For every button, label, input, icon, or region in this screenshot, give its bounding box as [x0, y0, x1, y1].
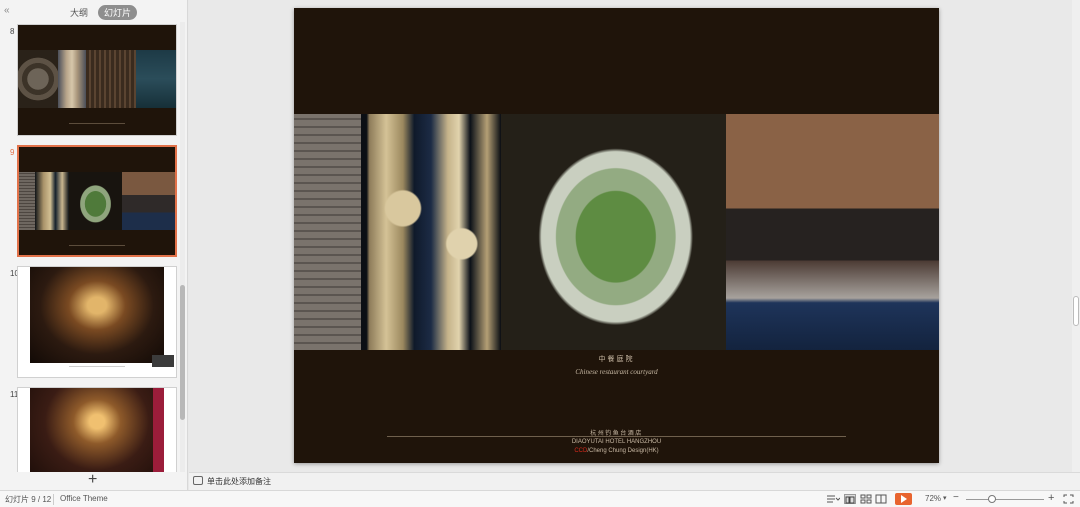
editor-scrollbar-thumb[interactable] [1073, 296, 1079, 326]
notes-bar[interactable]: 单击此处添加备注 [189, 472, 1080, 490]
status-separator [53, 494, 54, 505]
zoom-slider-knob[interactable] [988, 495, 996, 503]
slide-sorter-view-icon[interactable] [860, 494, 872, 504]
zoom-level[interactable]: 72% [925, 494, 941, 503]
slide-divider [387, 436, 846, 437]
caption-english: Chinese restaurant courtyard [575, 368, 658, 376]
thumb-image [152, 355, 174, 367]
reading-view-icon[interactable] [875, 494, 887, 504]
thumb-image [18, 50, 58, 108]
thumb-image [19, 172, 35, 230]
moon-gate-image [501, 114, 726, 350]
zoom-dropdown-icon[interactable]: ▾ [943, 494, 947, 502]
notes-toggle-icon[interactable] [826, 494, 841, 504]
slides-panel: « 大纲 幻灯片 8 9 10 11 + [0, 0, 188, 490]
design-credit: CCD/Cheng Chung Design(HK) [294, 448, 939, 454]
thumb-image [30, 388, 164, 472]
zoom-in-button[interactable]: + [1048, 492, 1054, 504]
thumb-image [30, 267, 164, 363]
photo-strip [294, 114, 939, 350]
ornate-panel-image [361, 114, 501, 350]
thumb-image [68, 172, 122, 230]
slide-thumbnail-9[interactable] [17, 145, 177, 257]
fit-to-window-icon[interactable] [1063, 494, 1075, 504]
notes-placeholder[interactable]: 单击此处添加备注 [207, 476, 271, 487]
slide-thumbnail-10[interactable] [17, 266, 177, 378]
credit-rest: /Cheng Chung Design(HK) [587, 448, 659, 454]
panel-view-tabs: 大纲 幻灯片 [64, 5, 138, 20]
courtyard-image [726, 114, 939, 350]
slide-thumbnail-8[interactable] [17, 24, 177, 136]
thumb-image [57, 50, 86, 108]
slide-thumbnail-list: 8 9 10 11 [0, 20, 178, 472]
zoom-out-button[interactable]: − [953, 492, 959, 503]
thumbnail-number: 9 [10, 148, 15, 157]
tab-outline[interactable]: 大纲 [64, 5, 94, 20]
thumb-image [121, 172, 175, 230]
credit-ccd: CCD [574, 448, 588, 454]
editor-scrollbar-track[interactable] [1072, 0, 1080, 472]
current-slide[interactable]: 中餐庭院 Chinese restaurant courtyard 杭州钓鱼台酒… [294, 8, 939, 463]
thumb-image [34, 172, 69, 230]
normal-view-icon[interactable] [844, 494, 856, 504]
thumb-divider [68, 366, 126, 367]
status-bar: 幻灯片 9 / 12 Office Theme 72% ▾ − + [0, 490, 1080, 507]
notes-icon [193, 476, 203, 485]
add-slide-button[interactable]: + [88, 472, 97, 488]
theme-name[interactable]: Office Theme [60, 494, 108, 503]
play-slideshow-icon[interactable] [895, 493, 912, 505]
thumb-divider [68, 245, 126, 246]
caption-chinese: 中餐庭院 [598, 356, 635, 363]
slide-editor: 中餐庭院 Chinese restaurant courtyard 杭州钓鱼台酒… [189, 0, 1080, 472]
brick-wall-image [294, 114, 361, 350]
hotel-name-english: DIAOYUTAI HOTEL HANGZHOU [571, 439, 662, 445]
thumb-image [85, 50, 137, 108]
thumb-image [136, 50, 176, 108]
thumb-image [153, 388, 164, 472]
thumb-divider [68, 123, 126, 124]
panel-scrollbar-thumb[interactable] [180, 285, 185, 420]
thumbnail-number: 8 [10, 27, 15, 36]
zoom-slider-track[interactable] [966, 499, 1044, 500]
slide-counter: 幻灯片 9 / 12 [5, 495, 52, 504]
slide-thumbnail-11[interactable] [17, 387, 177, 472]
tab-slides[interactable]: 幻灯片 [98, 5, 138, 20]
collapse-panel-icon[interactable]: « [4, 5, 10, 16]
